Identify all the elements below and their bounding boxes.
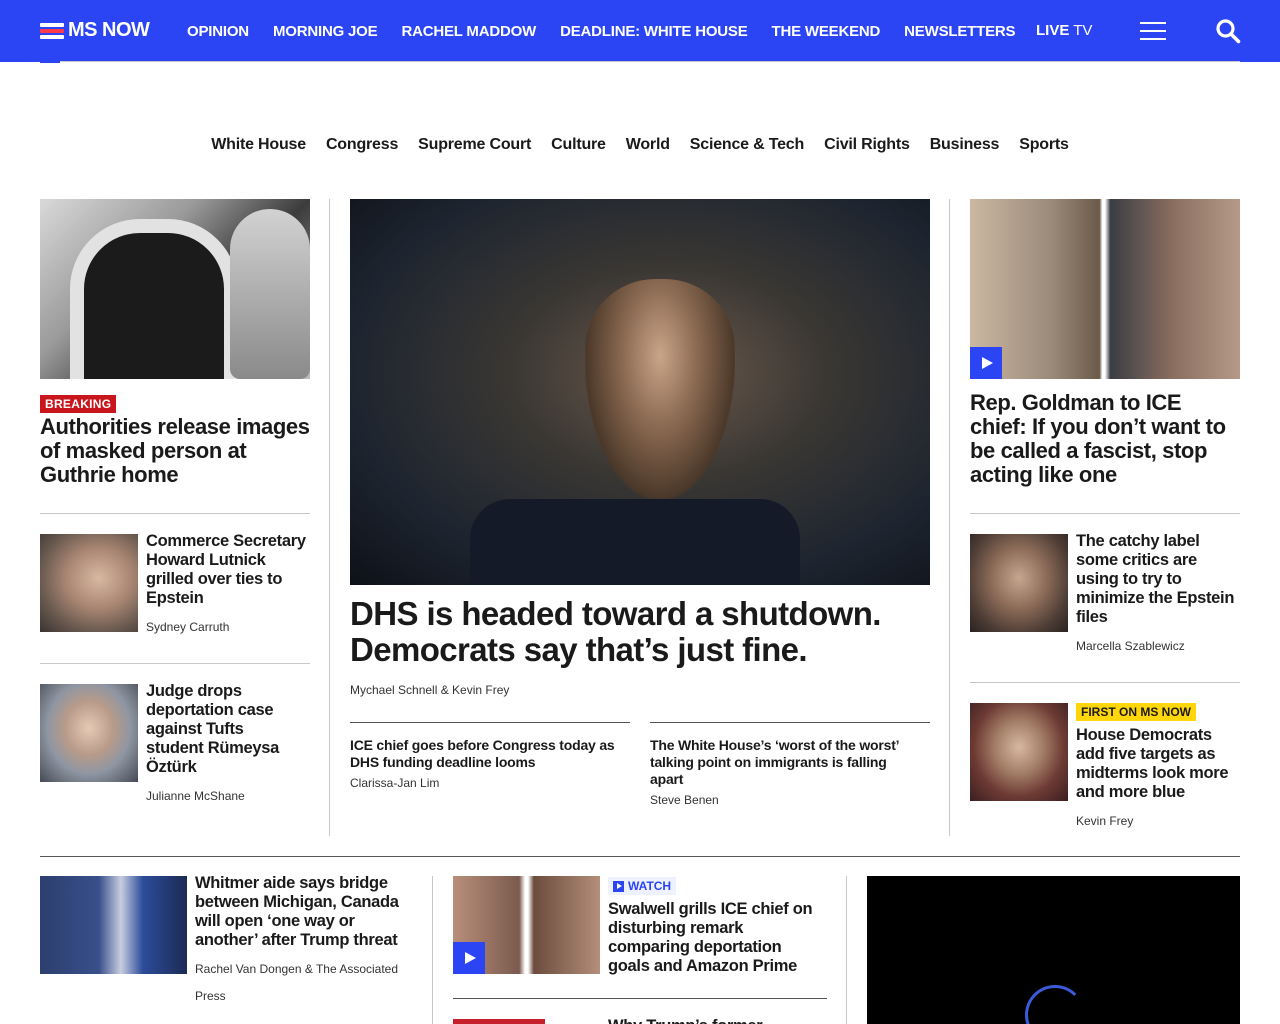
- divider: [970, 513, 1240, 514]
- divider: [40, 513, 310, 514]
- guthrie-story-image[interactable]: [40, 199, 310, 379]
- hero-byline[interactable]: Mychael Schnell & Kevin Frey: [350, 683, 509, 697]
- ms-now-logo[interactable]: MS NOW: [40, 19, 150, 42]
- search-icon[interactable]: [1215, 18, 1241, 44]
- house-democrats-thumbnail[interactable]: [970, 703, 1068, 801]
- play-icon[interactable]: [453, 942, 485, 974]
- tv-label: TV: [1069, 22, 1093, 39]
- column-divider: [846, 876, 847, 1024]
- header-divider-accent: [40, 61, 60, 63]
- ozturk-thumbnail[interactable]: [40, 684, 138, 782]
- ozturk-headline[interactable]: Judge drops deportation case against Tuf…: [146, 682, 296, 777]
- watch-badge: WATCH: [608, 877, 677, 895]
- nav-newsletters[interactable]: NEWSLETTERS: [904, 23, 1015, 40]
- lutnick-headline[interactable]: Commerce Secretary Howard Lutnick grille…: [146, 532, 312, 608]
- next-story-headline[interactable]: Why Trump’s former: [608, 1017, 822, 1024]
- video-icon: [613, 880, 624, 892]
- section-white-house[interactable]: White House: [211, 136, 306, 154]
- whitmer-byline[interactable]: Rachel Van Dongen & The Associated Press: [195, 956, 415, 1010]
- section-science-tech[interactable]: Science & Tech: [690, 136, 804, 154]
- section-nav: White House Congress Supreme Court Cultu…: [0, 136, 1280, 154]
- nav-opinion[interactable]: OPINION: [187, 23, 249, 40]
- divider: [453, 998, 827, 999]
- main-nav: OPINION MORNING JOE RACHEL MADDOW DEADLI…: [187, 0, 1016, 62]
- worst-of-worst-byline[interactable]: Steve Benen: [650, 793, 719, 807]
- section-world[interactable]: World: [626, 136, 670, 154]
- section-divider: [40, 856, 1240, 857]
- section-supreme-court[interactable]: Supreme Court: [418, 136, 531, 154]
- epstein-label-byline[interactable]: Marcella Szablewicz: [1076, 639, 1185, 653]
- goldman-headline[interactable]: Rep. Goldman to ICE chief: If you don’t …: [970, 391, 1240, 487]
- guthrie-headline[interactable]: Authorities release images of masked per…: [40, 415, 312, 487]
- whitmer-thumbnail[interactable]: [40, 876, 187, 974]
- dhs-hero-image[interactable]: [350, 199, 930, 585]
- section-culture[interactable]: Culture: [551, 136, 606, 154]
- divider: [650, 722, 930, 723]
- nav-the-weekend[interactable]: THE WEEKEND: [772, 23, 881, 40]
- column-divider: [329, 199, 330, 836]
- logo-text: MS NOW: [68, 19, 150, 41]
- lutnick-byline[interactable]: Sydney Carruth: [146, 620, 229, 634]
- first-on-badge: FIRST ON MS NOW: [1076, 703, 1196, 721]
- lutnick-thumbnail[interactable]: [40, 534, 138, 632]
- swalwell-headline[interactable]: Swalwell grills ICE chief on disturbing …: [608, 900, 822, 976]
- nav-morning-joe[interactable]: MORNING JOE: [273, 23, 378, 40]
- play-icon[interactable]: [970, 347, 1002, 379]
- house-democrats-byline[interactable]: Kevin Frey: [1076, 814, 1133, 828]
- section-sports[interactable]: Sports: [1019, 136, 1069, 154]
- column-divider: [949, 199, 950, 836]
- watch-label: WATCH: [628, 879, 672, 893]
- section-civil-rights[interactable]: Civil Rights: [824, 136, 910, 154]
- ozturk-byline[interactable]: Julianne McShane: [146, 789, 245, 803]
- whitmer-headline[interactable]: Whitmer aide says bridge between Michiga…: [195, 874, 417, 950]
- top-navigation-bar: MS NOW OPINION MORNING JOE RACHEL MADDOW…: [0, 0, 1280, 62]
- breaking-badge: BREAKING: [40, 395, 117, 413]
- nav-rachel-maddow[interactable]: RACHEL MADDOW: [401, 23, 536, 40]
- nav-deadline-white-house[interactable]: DEADLINE: WHITE HOUSE: [560, 23, 748, 40]
- divider: [40, 663, 310, 664]
- next-story-thumbnail[interactable]: [453, 1019, 545, 1024]
- logo-flag-icon: [40, 21, 64, 41]
- column-divider: [432, 876, 433, 1024]
- header-divider: [40, 61, 1240, 62]
- section-congress[interactable]: Congress: [326, 136, 398, 154]
- epstein-label-headline[interactable]: The catchy label some critics are using …: [1076, 532, 1240, 627]
- live-tv-link[interactable]: LIVE TV: [1036, 22, 1092, 39]
- worst-of-worst-headline[interactable]: The White House’s ‘worst of the worst’ t…: [650, 737, 920, 788]
- ice-chief-byline[interactable]: Clarissa-Jan Lim: [350, 776, 439, 790]
- epstein-thumbnail[interactable]: [970, 534, 1068, 632]
- hero-headline[interactable]: DHS is headed toward a shutdown. Democra…: [350, 596, 890, 668]
- section-business[interactable]: Business: [930, 136, 1000, 154]
- live-label: LIVE: [1036, 22, 1070, 39]
- ice-chief-headline[interactable]: ICE chief goes before Congress today as …: [350, 737, 630, 771]
- divider: [350, 722, 630, 723]
- menu-icon[interactable]: [1140, 20, 1166, 42]
- divider: [970, 682, 1240, 683]
- house-democrats-headline[interactable]: House Democrats add five targets as midt…: [1076, 726, 1240, 802]
- goldman-video-image[interactable]: [970, 199, 1240, 379]
